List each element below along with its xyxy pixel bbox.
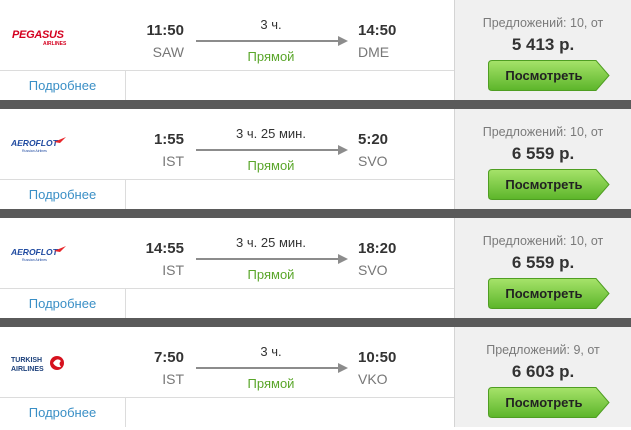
details-link[interactable]: Подробнее [0, 289, 125, 318]
view-button-label: Посмотреть [505, 395, 583, 410]
view-button-label: Посмотреть [505, 286, 583, 301]
turkish-airlines-logo: TURKISH AIRLINES [8, 345, 68, 379]
arrival-airport-code: DME [358, 44, 390, 60]
departure-airport-code: IST [162, 153, 184, 169]
card-separator [0, 318, 631, 327]
flight-info: AEROFLOT Russian Airlines 14:55 IST 3 ч.… [0, 218, 454, 318]
departure-time: 14:55 [145, 240, 184, 257]
arrival-time: 18:20 [358, 240, 397, 257]
svg-text:AIRLINES: AIRLINES [43, 41, 67, 47]
flight-card: PEGASUS AIRLINES 11:50 SAW 3 ч. Прямой 1… [0, 0, 631, 100]
arrival-airport-code: VKO [358, 371, 388, 387]
flight-info: TURKISH AIRLINES 7:50 IST 3 ч. Прямой 10… [0, 327, 454, 427]
svg-text:TURKISH: TURKISH [11, 357, 42, 364]
aeroflot-logo: AEROFLOT Russian Airlines [8, 236, 68, 270]
flight-card: AEROFLOT Russian Airlines 14:55 IST 3 ч.… [0, 218, 631, 318]
divider [125, 398, 126, 427]
pegasus-airlines-logo: PEGASUS AIRLINES [8, 18, 68, 52]
view-button[interactable]: Посмотреть [488, 387, 610, 418]
details-link[interactable]: Подробнее [0, 71, 125, 100]
departure-airport-code: IST [162, 371, 184, 387]
svg-text:AEROFLOT: AEROFLOT [10, 247, 59, 257]
price: 5 413 р. [511, 35, 575, 54]
aeroflot-logo: AEROFLOT Russian Airlines [8, 127, 68, 161]
arrival-airport-code: SVO [358, 262, 388, 278]
offers-count: Предложений: 10, от [482, 16, 604, 30]
arrival-time: 10:50 [358, 349, 397, 366]
departure-time: 11:50 [146, 22, 184, 39]
arrow-right-icon [196, 252, 350, 264]
arrow-right-icon [196, 361, 350, 373]
view-button[interactable]: Посмотреть [488, 278, 610, 309]
flight-info: PEGASUS AIRLINES 11:50 SAW 3 ч. Прямой 1… [0, 0, 454, 100]
details-link[interactable]: Подробнее [0, 180, 125, 209]
divider [125, 289, 126, 318]
arrival-time: 5:20 [358, 131, 389, 148]
flight-duration: 3 ч. 25 мин. [236, 126, 306, 141]
card-separator [0, 209, 631, 218]
offers-count: Предложений: 9, от [486, 343, 600, 357]
stops-label: Прямой [247, 267, 295, 282]
stops-label: Прямой [247, 376, 295, 391]
arrow-right-icon [196, 34, 350, 46]
card-separator [0, 100, 631, 109]
svg-text:AEROFLOT: AEROFLOT [10, 138, 59, 148]
price-panel: Предложений: 10, от 6 559 р. Посмотреть [454, 109, 631, 209]
view-button[interactable]: Посмотреть [488, 60, 610, 91]
departure-time: 1:55 [153, 131, 184, 148]
price: 6 559 р. [511, 144, 575, 163]
view-button-label: Посмотреть [505, 68, 583, 83]
arrow-right-icon [196, 143, 350, 155]
svg-text:PEGASUS: PEGASUS [12, 29, 65, 41]
svg-text:Russian Airlines: Russian Airlines [22, 149, 47, 153]
divider [125, 180, 126, 209]
divider [125, 71, 126, 100]
price-panel: Предложений: 9, от 6 603 р. Посмотреть [454, 327, 631, 427]
offers-count: Предложений: 10, от [482, 234, 604, 248]
stops-label: Прямой [247, 158, 295, 173]
stops-label: Прямой [247, 49, 295, 64]
flight-card: AEROFLOT Russian Airlines 1:55 IST 3 ч. … [0, 109, 631, 209]
flight-card: TURKISH AIRLINES 7:50 IST 3 ч. Прямой 10… [0, 327, 631, 427]
departure-airport-code: SAW [152, 44, 184, 60]
price-panel: Предложений: 10, от 5 413 р. Посмотреть [454, 0, 631, 100]
price-panel: Предложений: 10, от 6 559 р. Посмотреть [454, 218, 631, 318]
flight-duration: 3 ч. 25 мин. [236, 235, 306, 250]
price: 6 559 р. [511, 253, 575, 272]
offers-count: Предложений: 10, от [482, 125, 604, 139]
price: 6 603 р. [511, 362, 575, 381]
arrival-time: 14:50 [358, 22, 397, 39]
departure-airport-code: IST [162, 262, 184, 278]
view-button[interactable]: Посмотреть [488, 169, 610, 200]
details-link[interactable]: Подробнее [0, 398, 125, 427]
flight-duration: 3 ч. [260, 344, 282, 359]
flight-info: AEROFLOT Russian Airlines 1:55 IST 3 ч. … [0, 109, 454, 209]
svg-text:Russian Airlines: Russian Airlines [22, 258, 47, 262]
departure-time: 7:50 [153, 349, 184, 366]
view-button-label: Посмотреть [505, 177, 583, 192]
flight-results-list: PEGASUS AIRLINES 11:50 SAW 3 ч. Прямой 1… [0, 0, 631, 430]
svg-text:AIRLINES: AIRLINES [11, 366, 44, 373]
arrival-airport-code: SVO [358, 153, 388, 169]
flight-duration: 3 ч. [260, 17, 282, 32]
